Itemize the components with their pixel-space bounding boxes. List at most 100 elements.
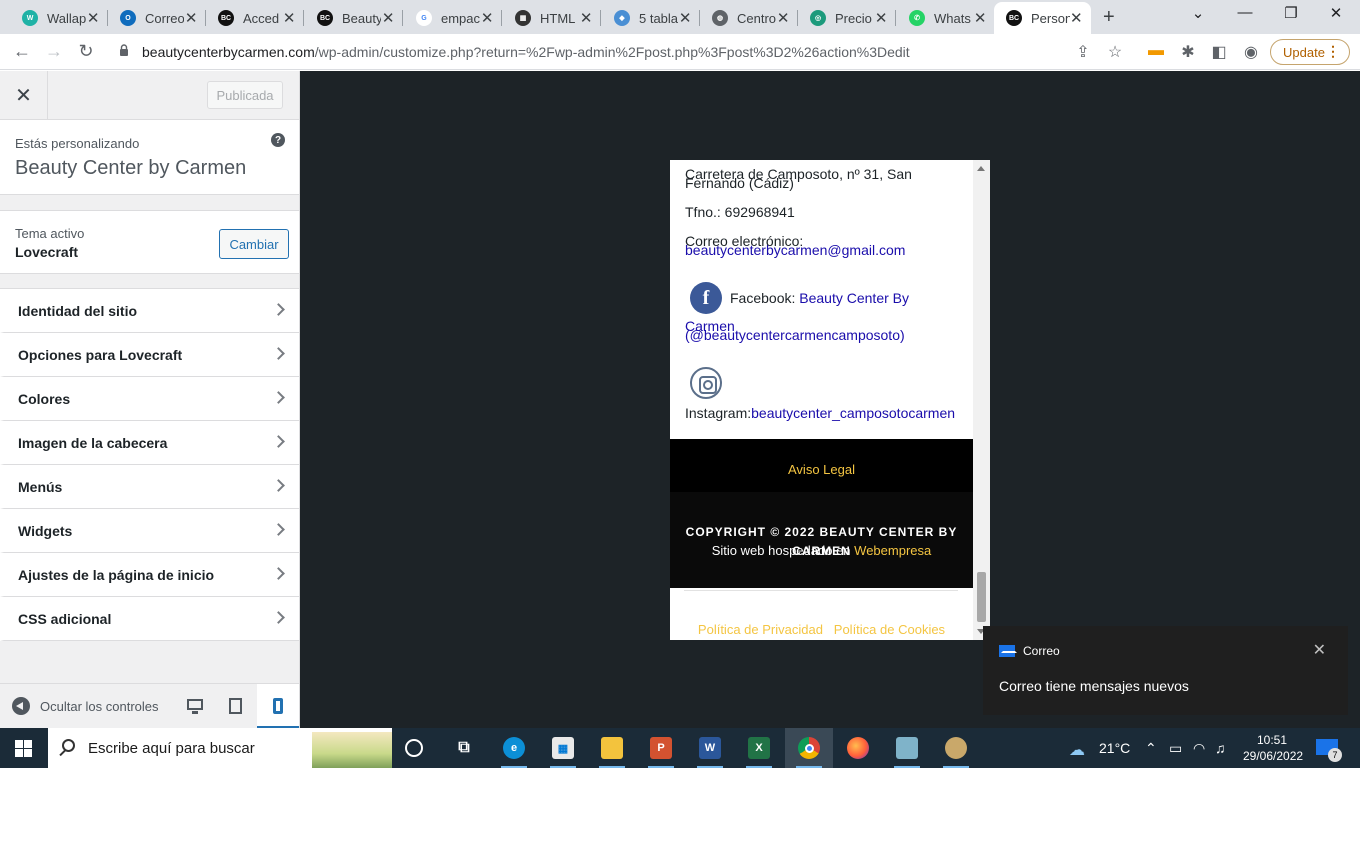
cookies-link[interactable]: Política de Cookies <box>834 622 945 637</box>
weather-temp[interactable]: 21°C <box>1099 740 1130 756</box>
change-theme-button[interactable]: Cambiar <box>219 229 289 259</box>
network-icon[interactable]: ◠ <box>1193 740 1205 757</box>
tab-close-icon[interactable]: ✕ <box>1070 9 1083 27</box>
footer-links: Política de Privacidad Política de Cooki… <box>670 588 973 640</box>
address-bar[interactable]: beautycenterbycarmen.com/wp-admin/custom… <box>142 44 910 60</box>
minimize-icon[interactable]: — <box>1225 4 1265 21</box>
excel-icon[interactable]: X <box>746 737 772 768</box>
browser-tab[interactable]: ▦ HTML ✕ <box>503 2 601 34</box>
bookmark-star-icon[interactable]: ☆ <box>1105 42 1125 62</box>
customizer-section[interactable]: Menús <box>0 465 299 509</box>
share-icon[interactable]: ⇪ <box>1073 42 1093 62</box>
menu-dots-icon[interactable]: ⋮ <box>1326 43 1340 60</box>
lock-icon[interactable] <box>119 44 129 56</box>
mail-notification[interactable]: Correo Correo tiene mensajes nuevos ✕ <box>983 626 1348 715</box>
profile-icon[interactable]: ◉ <box>1241 42 1261 62</box>
customizer-section[interactable]: Colores <box>0 377 299 421</box>
reload-icon[interactable]: ↻ <box>75 41 97 62</box>
notification-count: 7 <box>1328 748 1342 762</box>
section-label: Ajustes de la página de inicio <box>18 567 215 583</box>
tab-close-icon[interactable]: ✕ <box>381 9 395 27</box>
scroll-up-icon[interactable] <box>977 166 985 171</box>
browser-tab[interactable]: ✆ Whats ✕ <box>897 2 995 34</box>
extension-icon[interactable]: ▬ <box>1146 42 1166 60</box>
new-tab-button[interactable]: + <box>1103 6 1115 29</box>
weather-icon[interactable]: ☁ <box>1069 740 1085 760</box>
customizer-section[interactable]: Ajustes de la página de inicio <box>0 553 299 597</box>
legal-link[interactable]: Aviso Legal <box>670 462 973 477</box>
tab-close-icon[interactable]: ✕ <box>579 9 593 27</box>
update-button[interactable]: Update ⋮ <box>1270 39 1350 65</box>
chrome-icon[interactable] <box>796 737 822 768</box>
close-customizer-icon[interactable]: ✕ <box>0 71 48 119</box>
word-icon[interactable]: W <box>697 737 723 768</box>
browser-tab[interactable]: ◍ Centro ✕ <box>700 2 798 34</box>
tab-close-icon[interactable]: ✕ <box>480 9 494 27</box>
paint-icon[interactable] <box>943 737 969 768</box>
instagram-link[interactable]: beautycenter_camposotocarmen <box>751 405 955 421</box>
theme-name: Lovecraft <box>15 244 79 260</box>
forward-icon[interactable]: → <box>43 41 65 62</box>
browser-tab[interactable]: BC Beauty ✕ <box>305 2 403 34</box>
file-explorer-icon[interactable] <box>599 737 625 768</box>
mobile-preview-frame[interactable]: Carretera de Camposoto, nº 31, San Ferna… <box>670 160 990 640</box>
email-link[interactable]: beautycenterbycarmen@gmail.com <box>685 243 905 257</box>
store-icon[interactable]: ▦ <box>550 737 576 768</box>
privacy-link[interactable]: Política de Privacidad <box>698 622 823 637</box>
preview-content: Carretera de Camposoto, nº 31, San Ferna… <box>670 160 973 640</box>
customizer-section[interactable]: Widgets <box>0 509 299 553</box>
puzzle-icon[interactable]: ✱ <box>1178 42 1198 62</box>
notification-close-icon[interactable]: ✕ <box>1313 640 1326 660</box>
powerpoint-icon[interactable]: P <box>648 737 674 768</box>
tab-search-icon[interactable]: ⌄ <box>1178 4 1218 22</box>
mobile-preview-icon[interactable] <box>257 684 299 729</box>
tab-close-icon[interactable]: ✕ <box>86 9 100 27</box>
windows-start-icon[interactable] <box>15 740 32 757</box>
desktop-preview-icon[interactable] <box>184 695 206 717</box>
scroll-thumb[interactable] <box>977 572 986 622</box>
browser-tab[interactable]: BC Person ✕ <box>994 2 1091 34</box>
browser-tab[interactable]: BC Acced ✕ <box>206 2 304 34</box>
facebook-link[interactable]: Beauty Center By <box>799 290 909 306</box>
tray-expand-icon[interactable]: ⌃ <box>1145 740 1157 757</box>
tab-close-icon[interactable]: ✕ <box>776 9 790 27</box>
browser-tab[interactable]: O Correo ✕ <box>108 2 206 34</box>
task-view-icon[interactable]: ⧉ <box>453 737 475 759</box>
browser-tab[interactable]: Gempac ✕ <box>404 2 502 34</box>
browser-tab[interactable]: ◎ Precio ✕ <box>798 2 896 34</box>
back-icon[interactable]: ← <box>11 41 33 62</box>
publish-button[interactable]: Publicada <box>207 81 283 109</box>
tab-close-icon[interactable]: ✕ <box>973 9 987 27</box>
action-center-icon[interactable]: 7 <box>1314 737 1342 762</box>
tab-close-icon[interactable]: ✕ <box>678 9 692 27</box>
tablet-preview-icon[interactable] <box>225 695 247 717</box>
notepad-icon[interactable] <box>894 737 920 768</box>
taskbar-search[interactable]: Escribe aquí para buscar <box>48 728 392 768</box>
instagram-icon[interactable] <box>690 367 722 399</box>
customizer-section[interactable]: Imagen de la cabecera <box>0 421 299 465</box>
tab-label: Whats <box>934 10 971 26</box>
restore-icon[interactable]: ❐ <box>1271 4 1311 22</box>
taskbar-clock[interactable]: 10:51 29/06/2022 <box>1243 732 1303 764</box>
tab-close-icon[interactable]: ✕ <box>184 9 198 27</box>
help-icon[interactable]: ? <box>271 133 285 147</box>
customizer-section[interactable]: Identidad del sitio <box>0 289 299 333</box>
webempresa-link[interactable]: Webempresa <box>854 543 931 558</box>
hide-controls-button[interactable]: Ocultar los controles <box>12 697 159 715</box>
side-panel-icon[interactable]: ◧ <box>1209 42 1229 62</box>
browser-tab[interactable]: ◆ 5 tabla ✕ <box>602 2 700 34</box>
customizer-section[interactable]: Opciones para Lovecraft <box>0 333 299 377</box>
battery-icon[interactable]: ▭ <box>1169 740 1182 757</box>
firefox-icon[interactable] <box>847 737 869 759</box>
volume-icon[interactable]: ♫ <box>1215 740 1226 756</box>
facebook-handle[interactable]: (@beautycentercarmencamposoto) <box>685 328 905 342</box>
tab-close-icon[interactable]: ✕ <box>874 9 888 27</box>
edge-icon[interactable]: e <box>501 737 527 768</box>
browser-tab[interactable]: W Wallap ✕ <box>10 2 108 34</box>
tab-close-icon[interactable]: ✕ <box>282 9 296 27</box>
customizer-section[interactable]: CSS adicional <box>0 597 299 641</box>
preview-scrollbar[interactable] <box>973 160 990 640</box>
cortana-icon[interactable] <box>405 739 423 757</box>
facebook-icon[interactable]: f <box>690 282 722 314</box>
window-close-icon[interactable]: ✕ <box>1316 4 1356 22</box>
